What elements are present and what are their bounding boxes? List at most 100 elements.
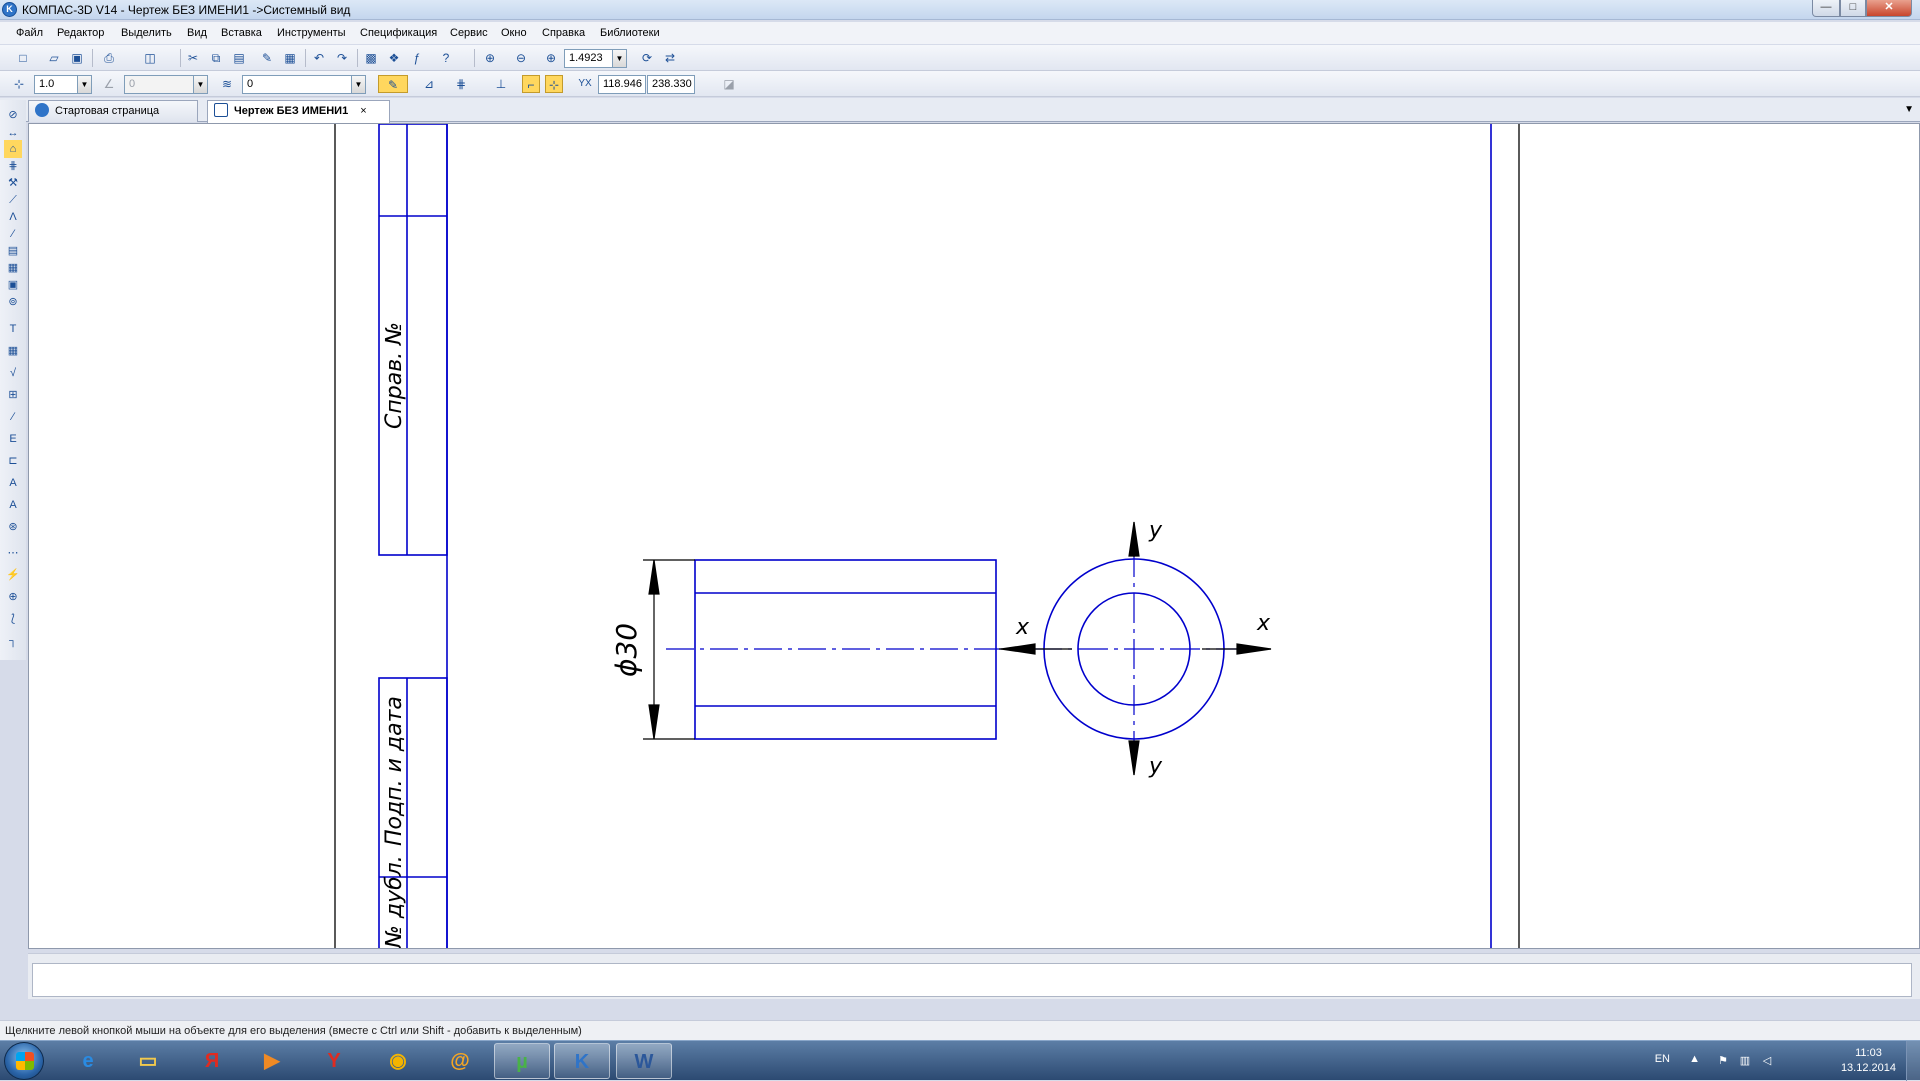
copy-icon[interactable]: ⧉ — [207, 49, 225, 67]
curve-icon[interactable]: ⟅ — [4, 610, 22, 628]
corner-icon[interactable]: ┐ — [4, 632, 22, 650]
tray-expand-icon[interactable]: ▲ — [1689, 1053, 1700, 1065]
parametrization-icon[interactable]: ⚒ — [4, 174, 22, 192]
minimize-button[interactable]: — — [1812, 0, 1840, 17]
snap-icon[interactable]: ⋯ — [4, 544, 22, 562]
close-tab-icon[interactable]: × — [360, 101, 366, 121]
open-icon[interactable]: ▱ — [45, 49, 63, 67]
geometry-icon[interactable]: ⊘ — [4, 106, 22, 124]
coord-x-field[interactable]: 118.946 — [598, 75, 646, 94]
menu-tools[interactable]: Инструменты — [277, 27, 346, 39]
point-icon[interactable]: ⚡ — [4, 566, 22, 584]
layers-icon[interactable]: ⇄ — [661, 49, 679, 67]
clock[interactable]: 11:03 13.12.2014 — [1841, 1046, 1896, 1076]
menu-service[interactable]: Сервис — [450, 27, 488, 39]
drawing-canvas[interactable]: Справ. № Подп. и дата № дубл. ϕ30 x x y … — [28, 123, 1920, 949]
zoom-in-icon[interactable]: ⊕ — [542, 49, 560, 67]
show-desktop-button[interactable] — [1906, 1041, 1920, 1081]
table-icon[interactable]: ▦ — [4, 342, 22, 360]
tabs-menu-icon[interactable]: ▼ — [1904, 104, 1914, 115]
undo-icon[interactable]: ↶ — [310, 49, 328, 67]
leader-icon[interactable]: ∕ — [4, 408, 22, 426]
menu-help[interactable]: Справка — [542, 27, 585, 39]
language-indicator[interactable]: EN — [1655, 1053, 1670, 1065]
snap-toggle-icon[interactable]: ⌐ — [522, 75, 540, 93]
print-icon[interactable]: ⎙ — [100, 49, 118, 67]
edit-icon[interactable]: ⋕ — [4, 157, 22, 175]
internet-explorer-icon[interactable]: e — [60, 1043, 116, 1079]
menu-file[interactable]: Файл — [16, 27, 43, 39]
view-arrow-icon[interactable]: A — [4, 496, 22, 514]
maximize-button[interactable]: □ — [1840, 0, 1866, 17]
layer-icon[interactable]: ≋ — [218, 75, 236, 93]
menu-select[interactable]: Выделить — [121, 27, 172, 39]
angle-dropdown[interactable]: ▼ — [193, 75, 208, 94]
cut-icon[interactable]: ✂ — [184, 49, 202, 67]
variables-icon[interactable]: ƒ — [408, 49, 426, 67]
menu-editor[interactable]: Редактор — [57, 27, 104, 39]
properties-icon[interactable]: ▦ — [281, 49, 299, 67]
paste-icon[interactable]: ▤ — [230, 49, 248, 67]
style-icon[interactable]: ✎ — [378, 75, 408, 93]
reports-icon[interactable]: ▦ — [4, 259, 22, 277]
start-button[interactable] — [4, 1042, 44, 1080]
tolerance-icon[interactable]: Ε — [4, 430, 22, 448]
media-player-icon[interactable]: ▶ — [244, 1043, 300, 1079]
volume-icon[interactable]: ◁ — [1760, 1054, 1774, 1068]
utorrent-icon[interactable]: µ — [494, 1043, 550, 1079]
tab-drawing[interactable]: Чертеж БЕЗ ИМЕНИ1 × — [207, 100, 390, 123]
roughness-icon[interactable]: √ — [4, 364, 22, 382]
tab-start-page[interactable]: Стартовая страница — [28, 100, 198, 122]
save-icon[interactable]: ▣ — [68, 49, 86, 67]
file-manager-icon[interactable]: ▭ — [120, 1043, 176, 1079]
menu-specification[interactable]: Спецификация — [360, 27, 437, 39]
select-icon[interactable]: Λ — [4, 208, 22, 226]
grid-icon[interactable]: ⋕ — [452, 75, 470, 93]
section-icon[interactable]: ⊛ — [4, 518, 22, 536]
help-icon[interactable]: ? — [437, 49, 455, 67]
action-center-icon[interactable]: ⚑ — [1716, 1054, 1730, 1068]
measure-icon[interactable]: ⟋ — [4, 191, 22, 209]
mail-agent-icon[interactable]: @ — [432, 1043, 488, 1079]
associative-views-icon[interactable]: ⁄ — [4, 225, 22, 243]
notation-icon[interactable]: ⌂ — [4, 140, 22, 158]
coord-y-field[interactable]: 238.330 — [647, 75, 695, 94]
kompas-icon[interactable]: K — [554, 1043, 610, 1079]
word-icon[interactable]: W — [616, 1043, 672, 1079]
ortho-icon[interactable]: ⊿ — [420, 75, 438, 93]
command-field[interactable] — [32, 963, 1912, 997]
refresh-icon[interactable]: ⟳ — [638, 49, 656, 67]
menu-libraries[interactable]: Библиотеки — [600, 27, 660, 39]
insert-icon[interactable]: ▣ — [4, 276, 22, 294]
chrome-icon[interactable]: ◉ — [370, 1043, 426, 1079]
properties-panel-icon[interactable]: ◪ — [720, 75, 738, 93]
network-icon[interactable]: ▥ — [1738, 1054, 1752, 1068]
label-icon[interactable]: A — [4, 474, 22, 492]
step-dropdown[interactable]: ▼ — [77, 75, 92, 94]
step-icon[interactable]: ⊹ — [10, 75, 28, 93]
zoom-dropdown[interactable]: ▼ — [612, 49, 627, 68]
layer-dropdown[interactable]: ▼ — [351, 75, 366, 94]
layer-field[interactable]: 0 — [242, 75, 366, 94]
zoom-out-icon[interactable]: ⊖ — [512, 49, 530, 67]
spec-icon[interactable]: ▤ — [4, 242, 22, 260]
base-icon[interactable]: ⊞ — [4, 386, 22, 404]
yandex-browser-icon[interactable]: Я — [184, 1043, 240, 1079]
menu-insert[interactable]: Вставка — [221, 27, 262, 39]
close-button[interactable]: ✕ — [1866, 0, 1912, 17]
preview-icon[interactable]: ◫ — [141, 49, 159, 67]
angle-icon[interactable]: ∠ — [100, 75, 118, 93]
snaps-icon[interactable]: ⊹ — [545, 75, 563, 93]
center-icon[interactable]: ⊕ — [4, 588, 22, 606]
redo-icon[interactable]: ↷ — [333, 49, 351, 67]
zoom-window-icon[interactable]: ⊕ — [481, 49, 499, 67]
menu-view[interactable]: Вид — [187, 27, 207, 39]
text-icon[interactable]: T — [4, 320, 22, 338]
axis-icon[interactable]: ⊏ — [4, 452, 22, 470]
format-brush-icon[interactable]: ✎ — [258, 49, 276, 67]
manager-icon[interactable]: ▩ — [362, 49, 380, 67]
yandex-icon[interactable]: Y — [306, 1043, 362, 1079]
library-manager-icon[interactable]: ⊚ — [4, 293, 22, 311]
local-cs-icon[interactable]: ⊥ — [492, 75, 510, 93]
kompas-app-icon[interactable]: K — [2, 2, 17, 17]
